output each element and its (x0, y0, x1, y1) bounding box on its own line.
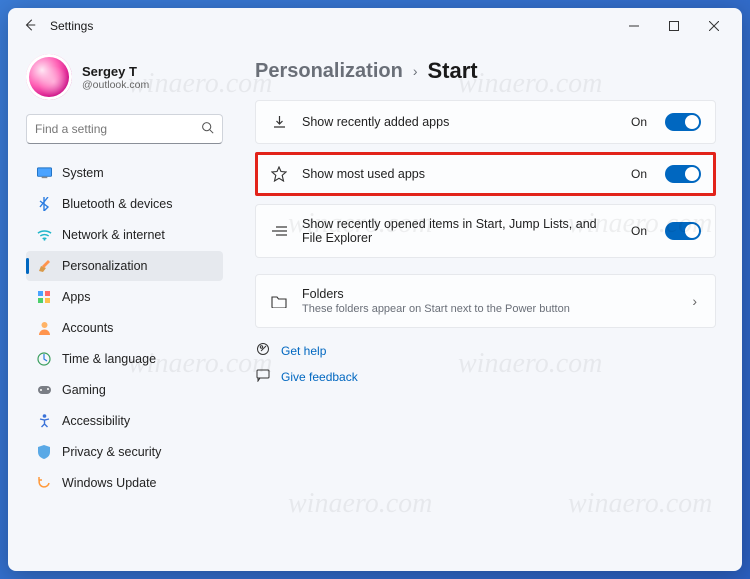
download-icon (270, 113, 288, 131)
page-title: Start (427, 58, 477, 84)
setting-most-used[interactable]: Show most used apps On (255, 152, 716, 196)
main-content: Personalization › Start Show recently ad… (233, 44, 742, 571)
wifi-icon (36, 227, 52, 243)
sidebar-item-system[interactable]: System (26, 158, 223, 188)
sidebar-item-label: Apps (62, 290, 91, 304)
settings-window: Settings Sergey T @outlook.com (8, 8, 742, 571)
close-button[interactable] (694, 11, 734, 41)
setting-label: Show recently added apps (302, 115, 617, 129)
sidebar-item-personalization[interactable]: Personalization (26, 251, 223, 281)
user-email: @outlook.com (82, 79, 149, 91)
sidebar-item-label: Network & internet (62, 228, 165, 242)
chevron-right-icon: › (688, 293, 701, 309)
globe-clock-icon (36, 351, 52, 367)
star-icon (270, 165, 288, 183)
toggle-switch[interactable] (665, 222, 701, 240)
breadcrumb: Personalization › Start (255, 58, 716, 84)
avatar (26, 54, 72, 100)
titlebar: Settings (8, 8, 742, 44)
maximize-button[interactable] (654, 11, 694, 41)
folders-subtitle: These folders appear on Start next to th… (302, 303, 674, 315)
setting-recent-items[interactable]: Show recently opened items in Start, Jum… (255, 204, 716, 258)
search-icon (201, 121, 214, 137)
breadcrumb-parent[interactable]: Personalization (255, 60, 403, 83)
gamepad-icon (36, 382, 52, 398)
toggle-switch[interactable] (665, 165, 701, 183)
update-icon (36, 475, 52, 491)
minimize-button[interactable] (614, 11, 654, 41)
sidebar-item-privacy[interactable]: Privacy & security (26, 437, 223, 467)
setting-label: Show most used apps (302, 167, 617, 181)
sidebar-item-time-language[interactable]: Time & language (26, 344, 223, 374)
settings-search[interactable] (26, 114, 223, 144)
list-icon (270, 222, 288, 240)
toggle-state: On (631, 224, 647, 238)
setting-label: Folders These folders appear on Start ne… (302, 287, 674, 315)
sidebar-item-windows-update[interactable]: Windows Update (26, 468, 223, 498)
sidebar-item-label: Privacy & security (62, 445, 161, 459)
sidebar-item-label: Windows Update (62, 476, 157, 490)
arrow-left-icon (23, 18, 37, 32)
help-label: Get help (281, 344, 326, 358)
sidebar-item-label: Personalization (62, 259, 147, 273)
help-label: Give feedback (281, 370, 358, 384)
window-controls (614, 11, 734, 41)
search-input[interactable] (35, 122, 201, 136)
monitor-icon (36, 165, 52, 181)
paintbrush-icon (36, 258, 52, 274)
user-name: Sergey T (82, 64, 149, 79)
toggle-switch[interactable] (665, 113, 701, 131)
sidebar-item-accessibility[interactable]: Accessibility (26, 406, 223, 436)
bluetooth-icon (36, 196, 52, 212)
folders-title: Folders (302, 287, 344, 301)
toggle-state: On (631, 115, 647, 129)
user-profile[interactable]: Sergey T @outlook.com (26, 48, 223, 114)
person-icon (36, 320, 52, 336)
give-feedback-link[interactable]: Give feedback (255, 369, 716, 385)
sidebar-item-network[interactable]: Network & internet (26, 220, 223, 250)
sidebar-item-label: Gaming (62, 383, 106, 397)
back-button[interactable] (16, 18, 44, 35)
sidebar-item-label: Time & language (62, 352, 156, 366)
chevron-right-icon: › (413, 63, 418, 79)
folder-icon (270, 292, 288, 310)
toggle-state: On (631, 167, 647, 181)
sidebar-item-label: Accounts (62, 321, 113, 335)
help-icon (255, 342, 271, 359)
sidebar-item-bluetooth[interactable]: Bluetooth & devices (26, 189, 223, 219)
sidebar-item-label: Accessibility (62, 414, 130, 428)
sidebar-item-apps[interactable]: Apps (26, 282, 223, 312)
sidebar-nav: System Bluetooth & devices Network & int… (26, 158, 223, 498)
get-help-link[interactable]: Get help (255, 342, 716, 359)
setting-recently-added[interactable]: Show recently added apps On (255, 100, 716, 144)
sidebar-item-gaming[interactable]: Gaming (26, 375, 223, 405)
setting-folders[interactable]: Folders These folders appear on Start ne… (255, 274, 716, 328)
apps-icon (36, 289, 52, 305)
help-links: Get help Give feedback (255, 342, 716, 385)
setting-label: Show recently opened items in Start, Jum… (302, 217, 617, 245)
window-title: Settings (50, 19, 93, 33)
feedback-icon (255, 369, 271, 385)
sidebar-item-label: Bluetooth & devices (62, 197, 173, 211)
sidebar-item-label: System (62, 166, 104, 180)
accessibility-icon (36, 413, 52, 429)
shield-icon (36, 444, 52, 460)
sidebar: Sergey T @outlook.com System Bluetooth &… (8, 44, 233, 571)
sidebar-item-accounts[interactable]: Accounts (26, 313, 223, 343)
